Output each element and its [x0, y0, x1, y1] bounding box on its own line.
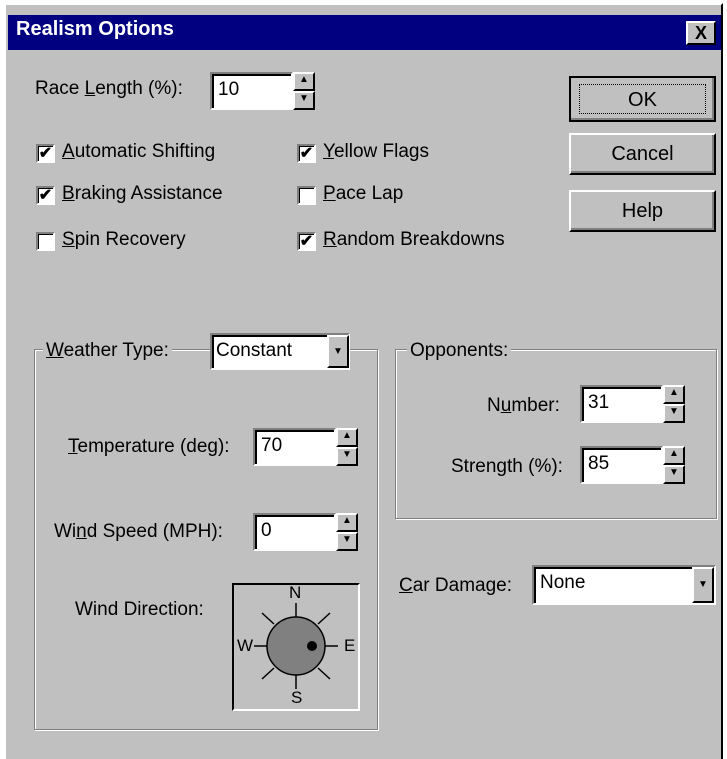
down-arrow-icon: ▼: [299, 93, 309, 104]
car-damage-label: Car Damage:: [399, 575, 513, 596]
compass-south-label: S: [291, 688, 303, 707]
up-arrow-icon: ▲: [342, 515, 352, 526]
opponents-label: Opponents:: [407, 340, 512, 362]
temperature-input[interactable]: 70: [253, 428, 336, 466]
opponents-strength-label: Strength (%):: [451, 456, 563, 477]
temperature-spinner[interactable]: ▲ ▼: [336, 428, 358, 466]
up-arrow-icon: ▲: [669, 448, 679, 459]
down-arrow-icon: ▼: [669, 467, 679, 478]
up-arrow-icon: ▲: [299, 74, 309, 85]
opponents-number-spinner[interactable]: ▲ ▼: [663, 385, 685, 423]
wind-speed-label: Wind Speed (MPH):: [54, 521, 223, 542]
down-arrow-icon: ▼: [342, 449, 352, 460]
down-arrow-icon: ▼: [669, 406, 679, 417]
car-damage-select[interactable]: None: [532, 565, 716, 605]
spin-up-button[interactable]: ▲: [663, 385, 685, 404]
window-title: Realism Options: [16, 18, 174, 40]
opponents-group: [395, 349, 717, 519]
temperature-label: Temperature (deg):: [68, 436, 230, 457]
wind-speed-input[interactable]: 0: [253, 513, 336, 551]
ok-button[interactable]: OK: [569, 76, 716, 122]
spin-down-button[interactable]: ▼: [336, 532, 358, 551]
cancel-button[interactable]: Cancel: [569, 133, 716, 175]
opponents-number-input[interactable]: 31: [580, 385, 663, 423]
chevron-down-icon: ▼: [333, 346, 343, 357]
spin-down-button[interactable]: ▼: [663, 404, 685, 423]
checkmark-icon: ✔: [36, 186, 55, 205]
spin-up-button[interactable]: ▲: [336, 513, 358, 532]
compass-north-label: N: [289, 583, 302, 602]
chevron-down-icon: ▼: [698, 579, 708, 590]
race-length-spinner[interactable]: ▲ ▼: [293, 72, 315, 110]
car-damage-dropdown-button[interactable]: ▼: [692, 567, 714, 603]
compass-west-label: W: [237, 636, 254, 655]
race-length-label: Race Length (%):: [35, 78, 183, 99]
opponents-strength-spinner[interactable]: ▲ ▼: [663, 446, 685, 484]
spin-down-button[interactable]: ▼: [293, 91, 315, 110]
compass-east-label: E: [344, 636, 356, 655]
opponents-number-label: Number:: [487, 395, 560, 416]
down-arrow-icon: ▼: [342, 534, 352, 545]
weather-type-label: Weather Type:: [43, 340, 172, 362]
wind-direction-compass[interactable]: N E S W: [232, 583, 360, 711]
close-icon: X: [694, 23, 707, 43]
weather-type-dropdown-button[interactable]: ▼: [327, 335, 349, 368]
up-arrow-icon: ▲: [342, 430, 352, 441]
checkmark-icon: ✔: [297, 232, 316, 251]
help-button[interactable]: Help: [569, 190, 716, 232]
checkmark-icon: ✔: [36, 144, 55, 163]
race-length-input[interactable]: 10: [210, 72, 293, 110]
wind-speed-spinner[interactable]: ▲ ▼: [336, 513, 358, 551]
opponents-strength-input[interactable]: 85: [580, 446, 663, 484]
spin-down-button[interactable]: ▼: [336, 447, 358, 466]
spin-up-button[interactable]: ▲: [336, 428, 358, 447]
up-arrow-icon: ▲: [669, 387, 679, 398]
spin-up-button[interactable]: ▲: [663, 446, 685, 465]
checkmark-icon: ✔: [297, 144, 316, 163]
spin-down-button[interactable]: ▼: [663, 465, 685, 484]
close-button[interactable]: X: [686, 21, 716, 45]
spin-up-button[interactable]: ▲: [293, 72, 315, 91]
wind-direction-label: Wind Direction:: [75, 599, 204, 620]
